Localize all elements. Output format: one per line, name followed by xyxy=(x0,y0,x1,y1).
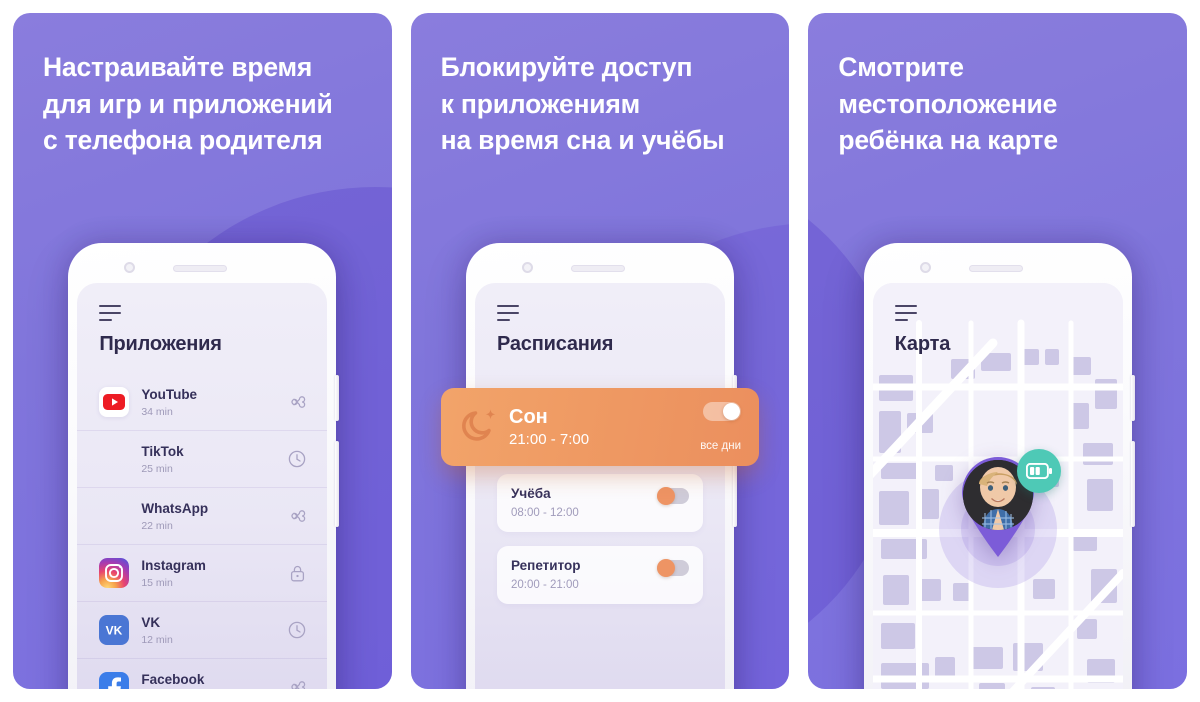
promo-screenshot-strip: Настраивайте время для игр и приложений … xyxy=(0,0,1200,702)
app-name: WhatsApp xyxy=(141,500,209,516)
app-icon-placeholder xyxy=(99,501,129,531)
schedule-toggle[interactable] xyxy=(657,487,689,506)
earpiece-speaker xyxy=(173,265,228,272)
infinity-icon[interactable] xyxy=(287,506,307,526)
earpiece-speaker xyxy=(968,265,1023,272)
sleep-days-label: все дни xyxy=(700,440,741,452)
instagram-icon xyxy=(99,558,130,589)
clock-icon[interactable] xyxy=(287,449,307,469)
sleep-title: Сон xyxy=(509,406,548,428)
schedule-title: Репетитор xyxy=(511,558,581,574)
screen-title-schedules: Расписания xyxy=(497,333,614,356)
list-item[interactable]: VK VK 12 min xyxy=(77,602,328,660)
schedule-card-study[interactable]: Учёба 08:00 - 12:00 xyxy=(497,474,703,533)
schedule-time: 08:00 - 12:00 xyxy=(511,507,579,520)
facebook-icon xyxy=(99,672,130,689)
phone-mockup-map: Карта xyxy=(808,243,1187,689)
panel-headline-schedules: Блокируйте доступ к приложениям на время… xyxy=(440,52,725,156)
panel-headline-map: Смотрите местоположение ребёнка на карте xyxy=(838,52,1058,156)
clock-icon[interactable] xyxy=(287,620,307,640)
phone-screen-map: Карта xyxy=(872,283,1123,689)
app-usage-time: 15 min xyxy=(141,576,173,589)
vk-icon: VK xyxy=(99,615,130,646)
infinity-icon[interactable] xyxy=(287,392,307,412)
infinity-icon[interactable] xyxy=(287,677,307,689)
list-item[interactable]: Instagram 15 min xyxy=(77,545,328,603)
list-item[interactable]: Facebook 9 min xyxy=(77,659,327,689)
hamburger-menu-icon[interactable] xyxy=(894,305,917,322)
moon-star-icon xyxy=(457,402,503,453)
screen-title-apps: Приложения xyxy=(99,333,222,356)
list-item[interactable]: WhatsApp 22 min xyxy=(77,488,328,546)
sleep-toggle[interactable] xyxy=(703,402,741,421)
schedule-card-sleep[interactable]: Сон 21:00 - 7:00 все дни xyxy=(441,388,759,466)
phone-side-button-top[interactable] xyxy=(335,375,340,421)
phone-mockup-schedules: Расписания Учёба 08:00 - 12:00 Репетитор xyxy=(411,243,790,689)
panel-schedules: Блокируйте доступ к приложениям на время… xyxy=(410,13,790,689)
battery-icon xyxy=(1016,449,1061,493)
app-name: YouTube xyxy=(141,386,198,402)
app-usage-time: 12 min xyxy=(141,633,173,646)
sleep-time: 21:00 - 7:00 xyxy=(509,431,590,448)
schedule-time: 20:00 - 21:00 xyxy=(511,579,579,592)
phone-side-button-bottom[interactable] xyxy=(1130,441,1135,527)
list-item[interactable]: YouTube 34 min xyxy=(77,374,328,432)
front-camera-icon xyxy=(919,262,931,273)
app-usage-time: 34 min xyxy=(141,405,173,418)
app-list: YouTube 34 min TikTok 25 min WhatsApp 22… xyxy=(77,374,328,689)
panel-map: Смотрите местоположение ребёнка на карте xyxy=(808,13,1188,689)
schedule-title: Учёба xyxy=(511,486,551,502)
phone-side-button-top[interactable] xyxy=(1130,375,1135,421)
lock-icon[interactable] xyxy=(287,563,307,583)
phone-screen-schedules: Расписания Учёба 08:00 - 12:00 Репетитор xyxy=(475,283,725,689)
panel-apps: Настраивайте время для игр и приложений … xyxy=(13,13,392,689)
front-camera-icon xyxy=(124,262,136,273)
phone-screen-apps: Приложения YouTube 34 min TikTok 25 min … xyxy=(77,283,328,689)
hamburger-menu-icon[interactable] xyxy=(497,305,519,322)
app-icon-placeholder xyxy=(99,444,129,474)
phone-mockup-apps: Приложения YouTube 34 min TikTok 25 min … xyxy=(13,243,392,689)
phone-side-button-bottom[interactable] xyxy=(335,441,340,527)
app-usage-time: 22 min xyxy=(141,519,173,532)
schedule-card-tutor[interactable]: Репетитор 20:00 - 21:00 xyxy=(497,546,703,605)
app-name: Instagram xyxy=(141,557,206,573)
front-camera-icon xyxy=(522,262,533,273)
app-name: Facebook xyxy=(141,671,205,687)
schedule-list: Учёба 08:00 - 12:00 Репетитор 20:00 - 21… xyxy=(475,474,725,605)
youtube-icon xyxy=(99,387,130,418)
earpiece-speaker xyxy=(571,265,625,272)
panel-headline-apps: Настраивайте время для игр и приложений … xyxy=(43,52,333,156)
app-usage-time: 25 min xyxy=(141,462,173,475)
hamburger-menu-icon[interactable] xyxy=(99,305,122,322)
child-location-marker[interactable] xyxy=(933,449,1063,603)
list-item[interactable]: TikTok 25 min xyxy=(77,431,328,489)
app-name: TikTok xyxy=(141,443,184,459)
app-name: VK xyxy=(141,614,161,630)
schedule-toggle[interactable] xyxy=(657,559,689,578)
svg-text:VK: VK xyxy=(106,624,123,638)
screen-title-map: Карта xyxy=(894,333,951,356)
